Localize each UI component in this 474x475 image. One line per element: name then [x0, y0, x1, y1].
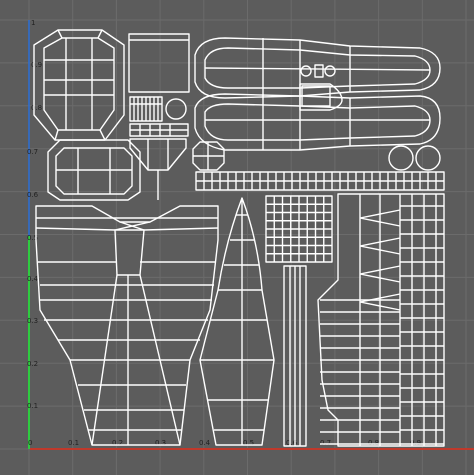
v-label-0.4: 0.4 — [27, 275, 39, 283]
uv-shell-vertical-strip[interactable] — [283, 265, 307, 447]
v-label-0.7: 0.7 — [27, 148, 38, 156]
u-label-4: 0.4 — [199, 439, 211, 447]
uv-canvas[interactable]: 0 0.1 0.2 0.3 0.4 0.5 0.6 0.7 0.8 0.9 1 … — [0, 0, 474, 475]
uv-shell-top-left[interactable] — [33, 29, 125, 141]
uv-shell-stem[interactable] — [129, 138, 187, 200]
uv-shell-left-panel[interactable] — [35, 205, 219, 446]
u-label-5: 0.5 — [243, 439, 254, 447]
v-label-0.1: 0.1 — [27, 402, 38, 410]
v-label-0.6: 0.6 — [27, 191, 39, 199]
u-label-7: 0.7 — [320, 439, 331, 447]
uv-shell-small-grid[interactable] — [129, 96, 189, 137]
v-label-0.3: 0.3 — [27, 317, 38, 325]
u-label-2: 0.2 — [112, 439, 123, 447]
v-label-0.8: 0.8 — [31, 104, 42, 112]
u-label-3: 0.3 — [155, 439, 166, 447]
v-label-0.9: 0.9 — [31, 61, 42, 69]
v-label-1: 1 — [31, 19, 35, 27]
uv-shell-small-octagon[interactable] — [192, 141, 225, 171]
uv-shell-grid-block[interactable] — [265, 195, 333, 263]
uv-grid — [0, 0, 474, 475]
u-label-1: 0.1 — [68, 439, 79, 447]
uv-shell-capsule-top[interactable] — [194, 37, 441, 99]
uv-shell-horizontal-strip[interactable] — [195, 171, 445, 191]
u-label-0: 0 — [28, 439, 32, 447]
uv-shell-blade[interactable] — [199, 197, 275, 446]
uv-shell-circles[interactable] — [388, 145, 441, 171]
uv-editor-viewport[interactable]: 0 0.1 0.2 0.3 0.4 0.5 0.6 0.7 0.8 0.9 1 … — [0, 0, 474, 475]
v-label-0.2: 0.2 — [27, 360, 38, 368]
